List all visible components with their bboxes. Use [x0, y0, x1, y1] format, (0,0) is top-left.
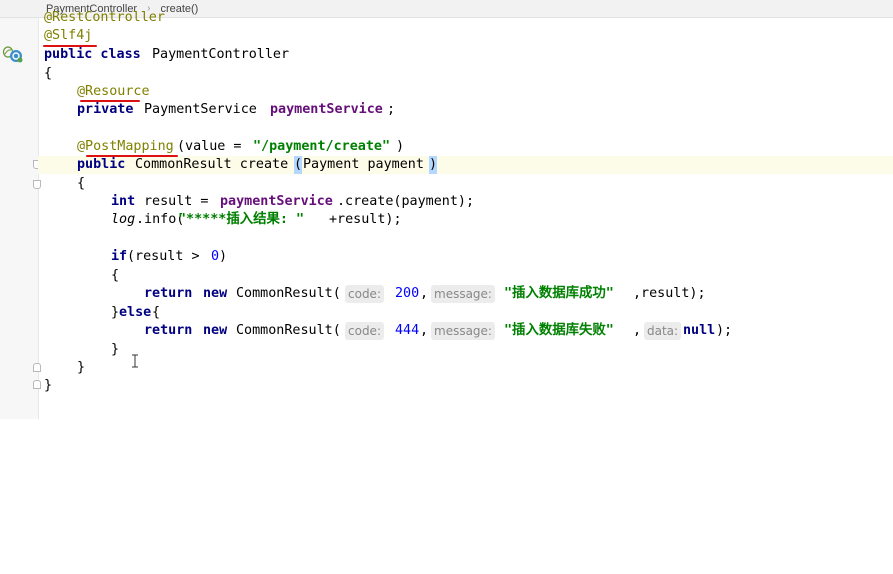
annotation-restcontroller: @RestController	[44, 10, 165, 25]
brace: }	[44, 378, 53, 393]
code-line: private PaymentService paymentService ;	[38, 101, 893, 119]
code-line: public class PaymentController	[38, 46, 893, 64]
code-line: @PostMapping (value = "/payment/create" …	[38, 138, 893, 156]
annotation-slf4j: @Slf4j	[44, 28, 93, 43]
brace: {	[44, 66, 53, 81]
comma: ,	[633, 323, 642, 338]
comma: ,	[420, 286, 429, 301]
constructor-call: CommonResult(	[236, 286, 341, 301]
method-signature: CommonResult create	[135, 157, 289, 172]
semicolon: ;	[387, 102, 396, 117]
code-line-current: public CommonResult create ( Payment pay…	[38, 156, 893, 174]
code-line: log .info( "*****插入结果: " +result);	[38, 211, 893, 229]
method-params: Payment payment	[303, 157, 424, 172]
param-hint-code: code:	[345, 285, 384, 303]
number-zero: 0	[211, 249, 220, 264]
string-path: "/payment/create"	[253, 139, 391, 154]
keyword-null: null	[683, 323, 716, 338]
keyword-if: if	[111, 249, 128, 264]
annotation-resource: @Resource	[77, 84, 150, 99]
log-concat: +result);	[329, 212, 402, 227]
code-line: }	[38, 359, 893, 377]
code-line: @RestController	[38, 9, 893, 27]
class-name: PaymentController	[152, 47, 290, 62]
brace: {	[152, 305, 161, 320]
keyword-public: public	[77, 157, 126, 172]
paren: )	[396, 139, 405, 154]
paren: )	[219, 249, 228, 264]
brace: }	[77, 360, 86, 375]
keyword-else: else	[119, 305, 152, 320]
code-line: {	[38, 65, 893, 83]
code-line: return new CommonResult( code: 444 , mes…	[38, 322, 893, 340]
comma: ,	[420, 323, 429, 338]
keyword-new: new	[203, 323, 228, 338]
brace: }	[111, 305, 120, 320]
annotation-args: (value =	[177, 139, 250, 154]
code-line: }	[38, 377, 893, 395]
paren-close-highlight: )	[429, 156, 438, 174]
brace: }	[111, 342, 120, 357]
code-line: if (result > 0 )	[38, 248, 893, 266]
code-line: } else {	[38, 304, 893, 322]
code-line: {	[38, 267, 893, 285]
type-paymentservice: PaymentService	[144, 102, 257, 117]
string-failure: "插入数据库失败"	[504, 323, 614, 338]
text-cursor-icon	[132, 354, 138, 368]
param-hint-code: code:	[345, 322, 384, 340]
paren-open-highlight: (	[294, 156, 303, 174]
code-line: @Resource	[38, 83, 893, 101]
log-variable: log	[111, 212, 136, 227]
keyword-int: int	[111, 194, 136, 209]
brace: {	[111, 268, 120, 283]
code-line: return new CommonResult( code: 200 , mes…	[38, 285, 893, 303]
code-line: }	[38, 341, 893, 359]
class-type-icon[interactable]	[9, 49, 23, 63]
keyword-return: return	[144, 286, 193, 301]
string-log: "*****插入结果: "	[178, 212, 305, 227]
code-line: {	[38, 175, 893, 193]
param-hint-message: message:	[431, 285, 495, 303]
keyword-return: return	[144, 323, 193, 338]
field-paymentservice: paymentService	[270, 102, 383, 117]
constructor-end: ,result);	[633, 286, 706, 301]
keyword-public-class: public class	[44, 47, 141, 62]
param-hint-message: message:	[431, 322, 495, 340]
assignment: result =	[144, 194, 217, 209]
number-200: 200	[395, 286, 420, 301]
field-paymentservice: paymentService	[220, 194, 333, 209]
brace: {	[77, 176, 86, 191]
code-line: int result = paymentService .create(paym…	[38, 193, 893, 211]
param-hint-data: data:	[644, 322, 682, 340]
keyword-private: private	[77, 102, 134, 117]
constructor-end: );	[716, 323, 733, 338]
method-call: .create(payment);	[337, 194, 475, 209]
annotation-postmapping: @PostMapping	[77, 139, 174, 154]
editor-gutter[interactable]	[0, 18, 39, 419]
code-line: @Slf4j	[38, 27, 893, 45]
constructor-call: CommonResult(	[236, 323, 341, 338]
number-444: 444	[395, 323, 420, 338]
if-condition: (result >	[127, 249, 208, 264]
string-success: "插入数据库成功"	[504, 286, 614, 301]
keyword-new: new	[203, 286, 228, 301]
